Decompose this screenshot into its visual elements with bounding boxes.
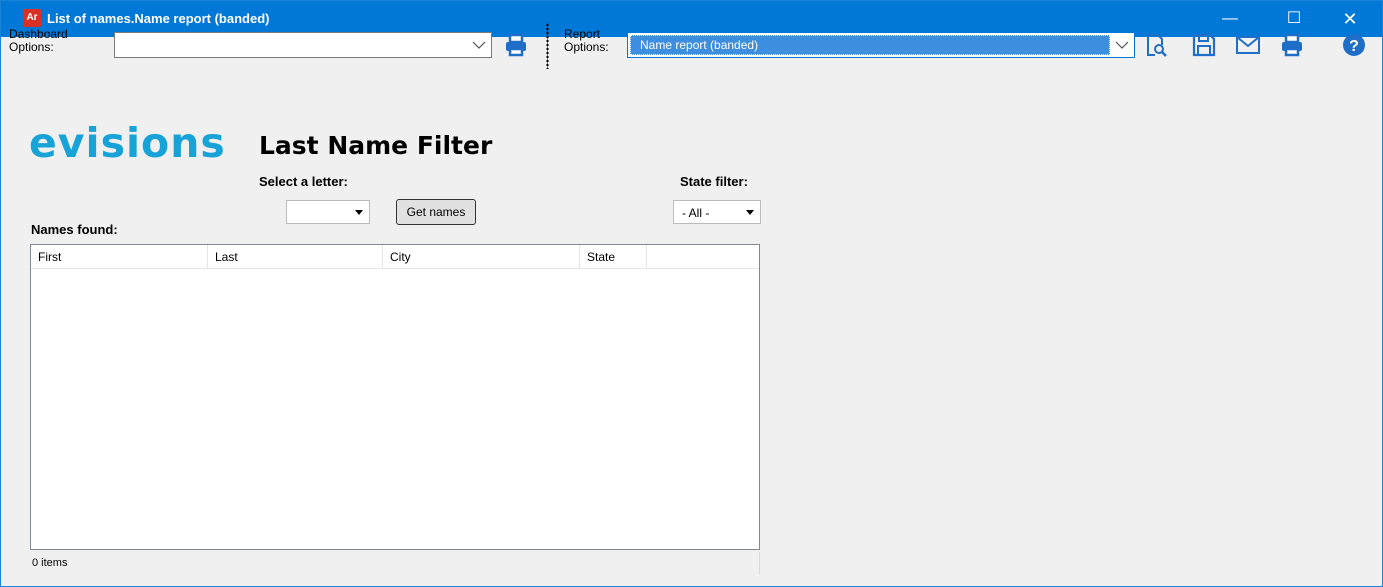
page-title: Last Name Filter [259, 131, 493, 160]
save-icon[interactable] [1191, 32, 1217, 58]
list-header: First Last City State [31, 245, 759, 269]
column-header-first[interactable]: First [31, 245, 208, 269]
column-header-state[interactable]: State [580, 245, 647, 269]
app-window: Ar List of names.Name report (banded) — … [0, 0, 1383, 587]
chevron-down-icon [472, 41, 486, 49]
help-icon[interactable]: ? [1341, 32, 1367, 58]
state-filter-dropdown[interactable]: - All - [673, 200, 761, 224]
dashboard-options-label: Dashboard Options: [9, 27, 68, 54]
letter-dropdown[interactable] [286, 200, 370, 224]
report-options-selected: Name report (banded) [630, 35, 1110, 55]
preview-icon[interactable] [1143, 32, 1169, 58]
email-icon[interactable] [1235, 32, 1261, 58]
item-count-status: 0 items [30, 552, 760, 574]
get-names-button[interactable]: Get names [396, 199, 476, 225]
names-found-label: Names found: [31, 222, 118, 237]
chevron-down-icon [1115, 41, 1129, 49]
dropdown-arrow-icon [355, 210, 363, 215]
window-title: List of names.Name report (banded) [47, 11, 270, 26]
dropdown-arrow-icon [746, 210, 754, 215]
select-letter-label: Select a letter: [259, 174, 348, 189]
names-list[interactable]: First Last City State [30, 244, 760, 550]
state-filter-label: State filter: [680, 174, 748, 189]
print-icon[interactable] [503, 32, 529, 58]
toolbar-separator [546, 23, 549, 69]
toolbar: Dashboard Options: Report Options: Name … [1, 23, 1382, 105]
print-icon[interactable] [1279, 32, 1305, 58]
evisions-logo: evisions [29, 119, 226, 167]
dashboard-options-dropdown[interactable] [114, 32, 492, 58]
column-header-city[interactable]: City [383, 245, 580, 269]
report-options-label: Report Options: [564, 27, 609, 54]
app-icon: Ar [23, 9, 41, 27]
report-options-dropdown[interactable]: Name report (banded) [627, 32, 1135, 58]
column-header-last[interactable]: Last [208, 245, 383, 269]
svg-text:?: ? [1349, 38, 1359, 55]
